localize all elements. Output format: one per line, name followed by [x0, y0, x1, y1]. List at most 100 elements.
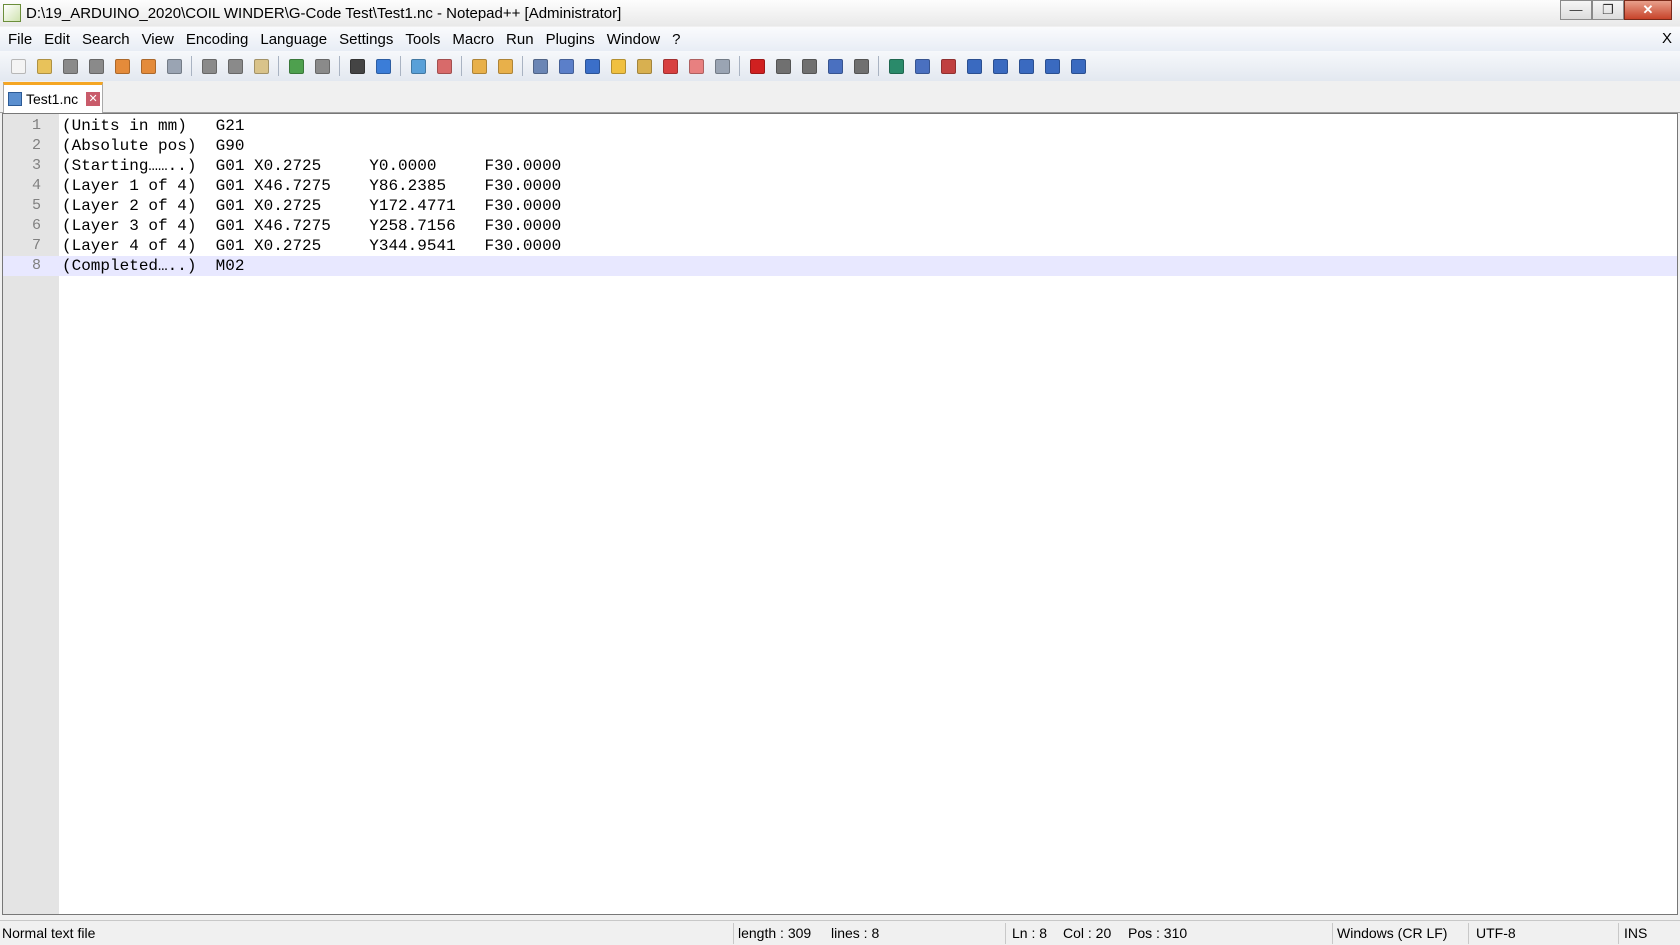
compare-next-button[interactable] [911, 55, 933, 77]
sync-vertical-button[interactable] [468, 55, 490, 77]
close-all-button[interactable] [137, 55, 159, 77]
code-line[interactable]: 8 (Completed…..) M02 [3, 256, 1677, 276]
first-diff-icon [966, 58, 982, 74]
maximize-button[interactable]: ❐ [1592, 0, 1624, 20]
new-file-button[interactable] [7, 55, 29, 77]
doc-length: length : 309 [738, 925, 812, 941]
menu-run[interactable]: Run [500, 31, 540, 48]
save-all-icon [88, 58, 104, 74]
print-button[interactable] [163, 55, 185, 77]
replace-button[interactable] [372, 55, 394, 77]
next-diff-button[interactable] [1015, 55, 1037, 77]
compare-clear-button[interactable] [937, 55, 959, 77]
find-button[interactable] [346, 55, 368, 77]
menu-window[interactable]: Window [601, 31, 666, 48]
copy-button[interactable] [224, 55, 246, 77]
word-wrap-button[interactable] [529, 55, 551, 77]
compare-panel-icon [1070, 58, 1086, 74]
compare-clear-icon [940, 58, 956, 74]
indent-guide-button[interactable] [581, 55, 603, 77]
zoom-out-icon [436, 58, 452, 74]
copy-icon [227, 58, 243, 74]
play-macro-button[interactable] [798, 55, 820, 77]
first-diff-button[interactable] [963, 55, 985, 77]
line-text: (Completed…..) M02 [62, 257, 245, 275]
save-button[interactable] [59, 55, 81, 77]
line-text: (Layer 2 of 4) G01 X0.2725 Y172.4771 F30… [62, 197, 562, 215]
zoom-out-button[interactable] [433, 55, 455, 77]
code-line[interactable]: 3 (Starting……..) G01 X0.2725 Y0.0000 F30.… [3, 156, 1677, 176]
open-file-button[interactable] [33, 55, 55, 77]
code-line[interactable]: 1 (Units in mm) G21 [3, 116, 1677, 136]
menu-macro[interactable]: Macro [446, 31, 500, 48]
redo-button[interactable] [311, 55, 333, 77]
line-text: (Layer 3 of 4) G01 X46.7275 Y258.7156 F3… [62, 217, 562, 235]
editor[interactable]: 1 (Units in mm) G21 2 (Absolute pos) G90 3 (S… [2, 113, 1678, 915]
replace-icon [375, 58, 391, 74]
last-diff-button[interactable] [1041, 55, 1063, 77]
undo-icon [288, 58, 304, 74]
eye-button[interactable] [711, 55, 733, 77]
paste-icon [253, 58, 269, 74]
menu-settings[interactable]: Settings [333, 31, 399, 48]
menu-language[interactable]: Language [254, 31, 333, 48]
eol-format[interactable]: Windows (CR LF) [1337, 925, 1447, 941]
code-line[interactable]: 2 (Absolute pos) G90 [3, 136, 1677, 156]
show-all-chars-icon [558, 58, 574, 74]
monitor-button[interactable] [685, 55, 707, 77]
tab-label: Test1.nc [26, 91, 79, 107]
show-all-chars-button[interactable] [555, 55, 577, 77]
line-text: (Starting……..) G01 X0.2725 Y0.0000 F30.0… [62, 157, 562, 175]
find-icon [349, 58, 365, 74]
line-number: 6 [31, 217, 41, 234]
toolbar-separator [278, 56, 279, 76]
doc-map-button[interactable] [607, 55, 629, 77]
code-line[interactable]: 7 (Layer 4 of 4) G01 X0.2725 Y344.9541 F3… [3, 236, 1677, 256]
compare-panel-button[interactable] [1067, 55, 1089, 77]
save-all-button[interactable] [85, 55, 107, 77]
undo-button[interactable] [285, 55, 307, 77]
menu-file[interactable]: File [2, 31, 38, 48]
status-bar: Normal text file length : 309 lines : 8 … [0, 920, 1680, 945]
code-line[interactable]: 6 (Layer 3 of 4) G01 X46.7275 Y258.7156 F… [3, 216, 1677, 236]
function-list-button[interactable] [633, 55, 655, 77]
menu-tools[interactable]: Tools [399, 31, 446, 48]
sync-horizontal-button[interactable] [494, 55, 516, 77]
menu-view[interactable]: View [136, 31, 180, 48]
save-macro-button[interactable] [850, 55, 872, 77]
run-macro-multiple-button[interactable] [824, 55, 846, 77]
close-window-button[interactable]: ✕ [1624, 0, 1672, 20]
menu-edit[interactable]: Edit [38, 31, 76, 48]
menu-encoding[interactable]: Encoding [180, 31, 255, 48]
encoding[interactable]: UTF-8 [1476, 925, 1516, 941]
window-title: D:\19_ARDUINO_2020\COIL WINDER\G-Code Te… [26, 4, 622, 22]
sync-vertical-icon [471, 58, 487, 74]
code-line[interactable]: 4 (Layer 1 of 4) G01 X46.7275 Y86.2385 F3… [3, 176, 1677, 196]
tab-close-icon[interactable]: ✕ [86, 92, 101, 106]
menu-plugins[interactable]: Plugins [540, 31, 601, 48]
prev-diff-button[interactable] [989, 55, 1011, 77]
paste-button[interactable] [250, 55, 272, 77]
code-line[interactable]: 5 (Layer 2 of 4) G01 X0.2725 Y172.4771 F3… [3, 196, 1677, 216]
cursor-pos: Pos : 310 [1128, 925, 1188, 941]
menu-help[interactable]: ? [666, 31, 686, 48]
save-icon [62, 58, 78, 74]
minimize-button[interactable]: — [1560, 0, 1592, 20]
toolbar-separator [400, 56, 401, 76]
close-button[interactable] [111, 55, 133, 77]
cut-button[interactable] [198, 55, 220, 77]
floppy-icon [8, 92, 22, 106]
zoom-in-button[interactable] [407, 55, 429, 77]
tab-test1[interactable]: Test1.nc ✕ [3, 82, 103, 113]
insert-mode[interactable]: INS [1624, 925, 1647, 941]
print-icon [166, 58, 182, 74]
eye-icon [714, 58, 730, 74]
menu-search[interactable]: Search [76, 31, 136, 48]
stop-macro-button[interactable] [772, 55, 794, 77]
line-number: 5 [31, 197, 41, 214]
notepad-app-icon [3, 4, 21, 22]
close-document-button[interactable]: X [1662, 30, 1672, 47]
folder-workspace-button[interactable] [659, 55, 681, 77]
compare-button[interactable] [885, 55, 907, 77]
record-macro-button[interactable] [746, 55, 768, 77]
